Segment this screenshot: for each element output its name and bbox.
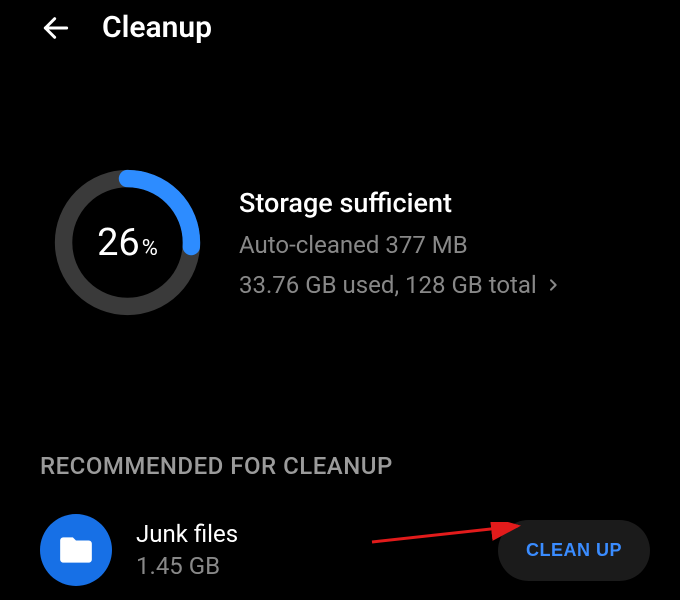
storage-percent-symbol: %	[142, 236, 158, 261]
storage-percent-value: 26	[97, 221, 140, 265]
page-title: Cleanup	[102, 10, 212, 45]
storage-percent-label: 26 %	[97, 221, 158, 265]
header: Cleanup	[0, 0, 680, 55]
folder-icon	[40, 514, 112, 586]
storage-status: Storage sufficient	[239, 187, 561, 219]
storage-ring-chart: 26 %	[50, 165, 205, 320]
cleanup-item-title: Junk files	[136, 520, 474, 548]
storage-auto-cleaned: Auto-cleaned 377 MB	[239, 231, 561, 259]
cleanup-item-info: Junk files 1.45 GB	[136, 520, 474, 580]
back-icon[interactable]	[40, 12, 72, 44]
storage-summary: 26 % Storage sufficient Auto-cleaned 377…	[0, 55, 680, 360]
chevron-right-icon	[545, 272, 561, 298]
cleanup-item-row[interactable]: Junk files 1.45 GB CLEAN UP	[0, 500, 680, 600]
cleanup-item-size: 1.45 GB	[136, 552, 474, 580]
storage-usage: 33.76 GB used, 128 GB total	[239, 271, 537, 299]
recommended-section-header: RECOMMENDED FOR CLEANUP	[0, 360, 680, 500]
clean-up-button[interactable]: CLEAN UP	[498, 520, 650, 581]
storage-info: Storage sufficient Auto-cleaned 377 MB 3…	[239, 187, 561, 299]
storage-details-link[interactable]: 33.76 GB used, 128 GB total	[239, 271, 561, 299]
